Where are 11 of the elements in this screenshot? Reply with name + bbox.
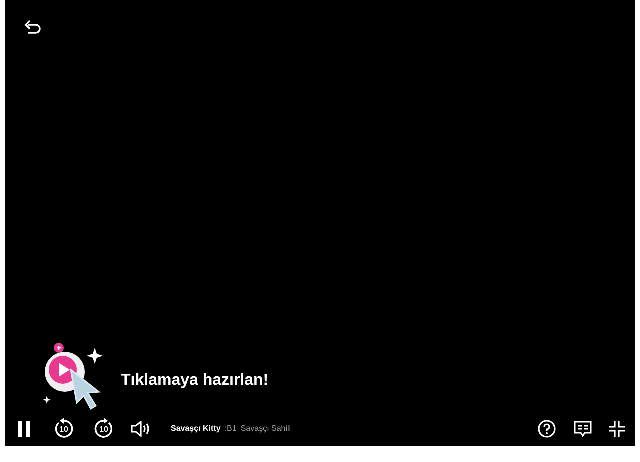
volume-icon[interactable]: [131, 421, 151, 437]
prompt-text: Tıklamaya hazırlan!: [121, 371, 269, 391]
back-button[interactable]: [22, 18, 44, 36]
forward-button[interactable]: 10: [93, 418, 115, 440]
show-title: Savaşçı Kitty: [171, 423, 221, 435]
help-button[interactable]: [537, 419, 557, 439]
rewind-button[interactable]: 10: [53, 418, 75, 440]
episode-number: :B1: [224, 423, 237, 435]
subtitles-button[interactable]: [573, 419, 593, 439]
episode-title: Savaşçı Sahili: [240, 423, 292, 435]
exit-fullscreen-button[interactable]: [607, 419, 627, 439]
